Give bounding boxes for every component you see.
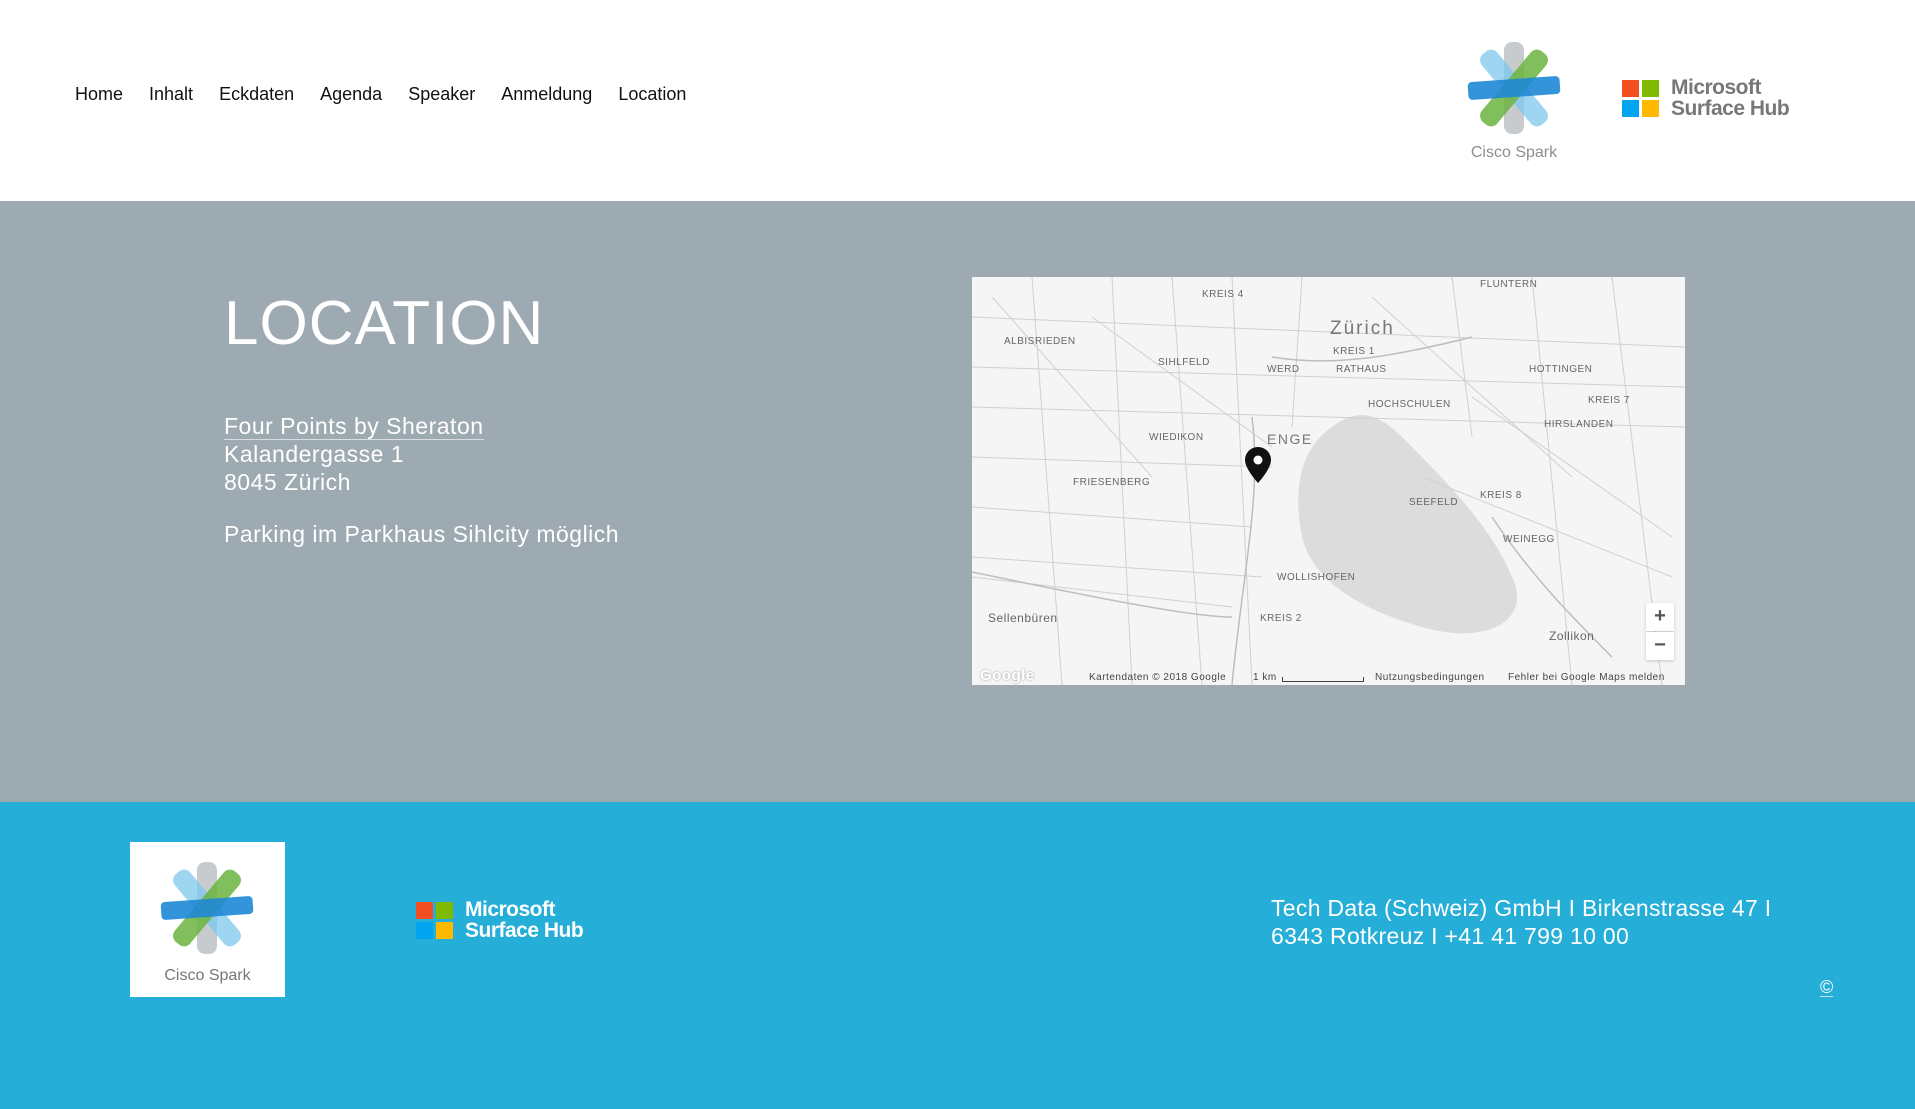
ms-line1: Microsoft: [1671, 76, 1762, 99]
street: Kalandergasse 1: [224, 441, 405, 467]
footer-microsoft-surface-hub-logo[interactable]: Microsoft Surface Hub: [416, 898, 584, 942]
map-label-albisrieden: ALBISRIEDEN: [1004, 336, 1076, 347]
map-label-weinegg: WEINEGG: [1503, 534, 1555, 545]
footer-ms-line2: Surface Hub: [465, 919, 584, 942]
map-footer: Google Kartendaten © 2018 Google 1 km Nu…: [972, 667, 1685, 685]
cisco-spark-icon: [1467, 42, 1561, 134]
parking-note: Parking im Parkhaus Sihlcity möglich: [224, 521, 620, 547]
location-section: LOCATION Four Points by Sheraton Kalande…: [0, 201, 1915, 802]
footer-address-line2: 6343 Rotkreuz I +41 41 799 10 00: [1271, 923, 1630, 949]
map-label-wiedikon: WIEDIKON: [1149, 432, 1204, 443]
map-pin-icon[interactable]: [1245, 447, 1271, 483]
site-header: Home Inhalt Eckdaten Agenda Speaker Anme…: [0, 0, 1915, 201]
map-label-rathaus: RATHAUS: [1336, 364, 1387, 375]
map-scale-bar: [1282, 677, 1364, 682]
microsoft-windows-icon: [1622, 79, 1659, 117]
map-label-kreis1: KREIS 1: [1333, 346, 1375, 357]
microsoft-windows-icon: [416, 901, 453, 939]
nav-location[interactable]: Location: [618, 83, 686, 105]
google-map[interactable]: Zürich ENGE KREIS 4 FLUNTERN ALBISRIEDEN…: [972, 277, 1685, 685]
hotel-link[interactable]: Four Points by Sheraton: [224, 413, 484, 440]
map-label-kreis8: KREIS 8: [1480, 490, 1522, 501]
site-footer: Cisco Spark Microsoft Surface Hub Tech D…: [0, 802, 1915, 1109]
footer-cisco-label: Cisco Spark: [164, 967, 251, 984]
map-label-hottingen: HOTTINGEN: [1529, 364, 1593, 375]
cisco-spark-label: Cisco Spark: [1470, 144, 1558, 161]
zoom-in-button[interactable]: +: [1646, 603, 1674, 631]
map-label-wollishofen: WOLLISHOFEN: [1277, 572, 1356, 583]
map-label-hirslanden: HIRSLANDEN: [1544, 419, 1614, 430]
map-label-friesenberg: FRIESENBERG: [1073, 477, 1151, 488]
nav-inhalt[interactable]: Inhalt: [149, 83, 193, 105]
map-label-kreis7: KREIS 7: [1588, 395, 1630, 406]
footer-ms-text: Microsoft Surface Hub: [465, 898, 584, 942]
map-label-sihlfeld: SIHLFELD: [1158, 357, 1210, 368]
page-title: LOCATION: [224, 289, 545, 358]
map-label-kreis4: KREIS 4: [1202, 289, 1244, 300]
map-label-werd: WERD: [1267, 364, 1300, 375]
nav-anmeldung[interactable]: Anmeldung: [501, 83, 592, 105]
map-terms-link[interactable]: Nutzungsbedingungen: [1375, 672, 1485, 683]
map-credit: Kartendaten © 2018 Google: [1089, 672, 1227, 683]
address-block: Four Points by Sheraton Kalandergasse 1 …: [224, 412, 484, 496]
map-scale: 1 km: [1253, 672, 1277, 683]
cisco-spark-icon: [160, 862, 254, 954]
ms-line2: Surface Hub: [1671, 97, 1790, 120]
footer-ms-line1: Microsoft: [465, 898, 556, 921]
zoom-out-button[interactable]: −: [1646, 632, 1674, 660]
nav-agenda[interactable]: Agenda: [320, 83, 382, 105]
map-label-enge: ENGE: [1267, 431, 1313, 447]
main-nav: Home Inhalt Eckdaten Agenda Speaker Anme…: [75, 83, 712, 105]
map-label-kreis2: KREIS 2: [1260, 613, 1302, 624]
map-label-zollikon: Zollikon: [1549, 629, 1595, 643]
map-label-zurich: Zürich: [1330, 318, 1395, 339]
map-label-hochschulen: HOCHSCHULEN: [1368, 399, 1451, 410]
cisco-spark-logo[interactable]: Cisco Spark: [1460, 36, 1568, 166]
map-label-fluntern: FLUNTERN: [1480, 279, 1538, 290]
city: 8045 Zürich: [224, 469, 351, 495]
map-label-seefeld: SEEFELD: [1409, 497, 1459, 508]
microsoft-surface-hub-logo[interactable]: Microsoft Surface Hub: [1622, 76, 1790, 120]
microsoft-surface-hub-text: Microsoft Surface Hub: [1671, 76, 1790, 120]
map-report-link[interactable]: Fehler bei Google Maps melden: [1508, 672, 1665, 683]
nav-eckdaten[interactable]: Eckdaten: [219, 83, 294, 105]
map-label-sellenbueren: Sellenbüren: [988, 611, 1058, 625]
nav-home[interactable]: Home: [75, 83, 123, 105]
footer-address: Tech Data (Schweiz) GmbH I Birkenstrasse…: [1271, 894, 1772, 950]
google-logo: Google: [980, 667, 1035, 684]
footer-cisco-spark-logo[interactable]: Cisco Spark: [130, 842, 285, 997]
copyright-link[interactable]: ©: [1820, 978, 1834, 997]
nav-speaker[interactable]: Speaker: [408, 83, 475, 105]
footer-address-line1: Tech Data (Schweiz) GmbH I Birkenstrasse…: [1271, 895, 1772, 921]
